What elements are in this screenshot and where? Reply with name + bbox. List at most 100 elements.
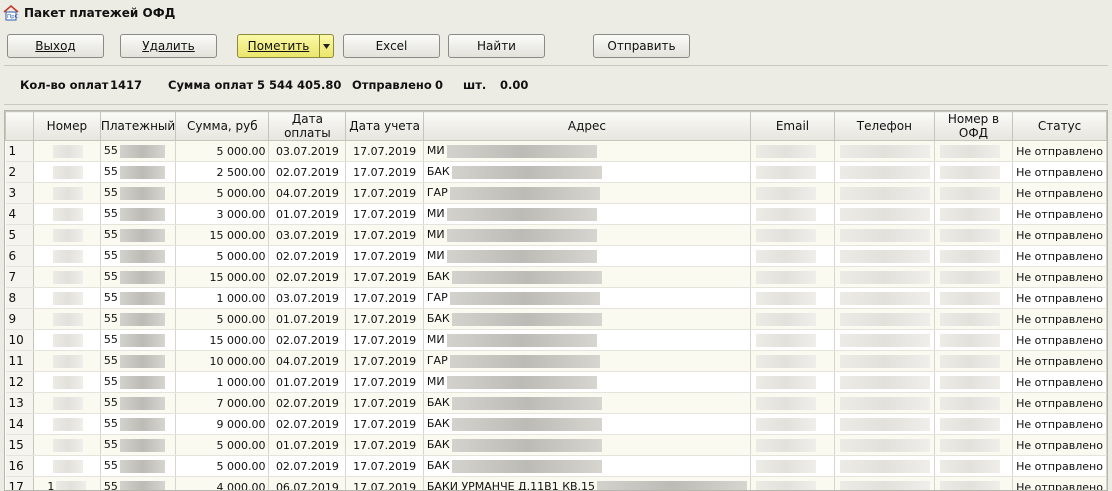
cell-phone[interactable] <box>834 455 935 477</box>
cell-phone[interactable] <box>834 287 935 309</box>
cell-ofd-number[interactable] <box>934 350 1014 372</box>
cell-payment-doc[interactable]: 55 <box>100 308 177 330</box>
cell-phone[interactable] <box>834 308 935 330</box>
cell-address[interactable]: ГАР <box>423 287 752 309</box>
cell-email[interactable] <box>750 266 835 288</box>
cell-address[interactable]: МИ <box>423 245 752 267</box>
cell-status[interactable]: Не отправлено <box>1012 287 1107 309</box>
cell-amount[interactable]: 9 000.00 <box>175 413 270 435</box>
row-number[interactable]: 1 <box>5 140 34 162</box>
cell-payment-doc[interactable]: 55 <box>100 350 177 372</box>
cell-payment-date[interactable]: 06.07.2019 <box>268 476 347 490</box>
cell-payment-date[interactable]: 02.07.2019 <box>268 245 347 267</box>
cell-ofd-number[interactable] <box>934 329 1014 351</box>
cell-payment-date[interactable]: 01.07.2019 <box>268 203 347 225</box>
cell-number[interactable] <box>33 350 101 372</box>
cell-payment-date[interactable]: 03.07.2019 <box>268 224 347 246</box>
cell-payment-date[interactable]: 02.07.2019 <box>268 161 347 183</box>
cell-number[interactable] <box>33 203 101 225</box>
row-number[interactable]: 12 <box>5 371 34 393</box>
cell-number[interactable] <box>33 371 101 393</box>
cell-address[interactable]: МИ <box>423 203 752 225</box>
cell-number[interactable] <box>33 287 101 309</box>
find-button[interactable]: Найти <box>448 34 545 58</box>
cell-email[interactable] <box>750 140 835 162</box>
cell-status[interactable]: Не отправлено <box>1012 455 1107 477</box>
cell-email[interactable] <box>750 455 835 477</box>
cell-status[interactable]: Не отправлено <box>1012 371 1107 393</box>
cell-email[interactable] <box>750 203 835 225</box>
cell-address[interactable]: ГАР <box>423 350 752 372</box>
cell-phone[interactable] <box>834 224 935 246</box>
column-header-phone[interactable]: Телефон <box>833 111 935 141</box>
cell-phone[interactable] <box>834 266 935 288</box>
cell-payment-doc[interactable]: 55 <box>100 413 177 435</box>
cell-number[interactable] <box>33 266 101 288</box>
table-row[interactable]: 13 55 7 000.00 02.07.2019 17.07.2019 БАК Не от… <box>5 392 1107 414</box>
cell-amount[interactable]: 4 000.00 <box>175 476 270 490</box>
cell-status[interactable]: Не отправлено <box>1012 224 1107 246</box>
row-number[interactable]: 11 <box>5 350 34 372</box>
column-header-status[interactable]: Статус <box>1012 111 1107 141</box>
cell-address[interactable]: БАК <box>423 308 752 330</box>
row-number[interactable]: 5 <box>5 224 34 246</box>
cell-amount[interactable]: 15 000.00 <box>175 329 270 351</box>
column-header-amount[interactable]: Сумма, руб <box>175 111 270 141</box>
cell-payment-doc[interactable]: 55 <box>100 392 177 414</box>
cell-phone[interactable] <box>834 371 935 393</box>
cell-amount[interactable]: 3 000.00 <box>175 203 270 225</box>
cell-number[interactable] <box>33 140 101 162</box>
cell-ofd-number[interactable] <box>934 287 1014 309</box>
cell-accounting-date[interactable]: 17.07.2019 <box>345 182 424 204</box>
row-number[interactable]: 6 <box>5 245 34 267</box>
cell-address[interactable]: БАК <box>423 434 752 456</box>
cell-payment-doc[interactable]: 55 <box>100 203 177 225</box>
cell-payment-doc[interactable]: 55 <box>100 140 177 162</box>
delete-button[interactable]: Удалить <box>120 34 217 58</box>
cell-accounting-date[interactable]: 17.07.2019 <box>345 266 424 288</box>
cell-status[interactable]: Не отправлено <box>1012 245 1107 267</box>
cell-ofd-number[interactable] <box>934 434 1014 456</box>
cell-ofd-number[interactable] <box>934 371 1014 393</box>
row-number[interactable]: 13 <box>5 392 34 414</box>
cell-address[interactable]: МИ <box>423 329 752 351</box>
cell-status[interactable]: Не отправлено <box>1012 413 1107 435</box>
row-number[interactable]: 4 <box>5 203 34 225</box>
cell-accounting-date[interactable]: 17.07.2019 <box>345 161 424 183</box>
column-header-email[interactable]: Email <box>750 111 835 141</box>
column-header-payment-date[interactable]: Дата оплаты <box>268 111 347 141</box>
cell-email[interactable] <box>750 413 835 435</box>
cell-email[interactable] <box>750 434 835 456</box>
cell-amount[interactable]: 15 000.00 <box>175 266 270 288</box>
cell-accounting-date[interactable]: 17.07.2019 <box>345 455 424 477</box>
cell-email[interactable] <box>750 245 835 267</box>
table-row[interactable]: 17 1 55 4 000.00 06.07.2019 17.07.2019 БАКИ УР… <box>5 476 1107 490</box>
cell-amount[interactable]: 1 000.00 <box>175 287 270 309</box>
table-row[interactable]: 15 55 5 000.00 01.07.2019 17.07.2019 БАК Не от… <box>5 434 1107 456</box>
cell-accounting-date[interactable]: 17.07.2019 <box>345 392 424 414</box>
cell-amount[interactable]: 15 000.00 <box>175 224 270 246</box>
column-header-row-num[interactable] <box>5 111 34 141</box>
row-number[interactable]: 8 <box>5 287 34 309</box>
table-row[interactable]: 11 55 10 000.00 04.07.2019 17.07.2019 ГАР Не о… <box>5 350 1107 372</box>
table-row[interactable]: 4 55 3 000.00 01.07.2019 17.07.2019 МИ Не отпр… <box>5 203 1107 225</box>
cell-phone[interactable] <box>834 392 935 414</box>
cell-ofd-number[interactable] <box>934 224 1014 246</box>
column-header-accounting-date[interactable]: Дата учета <box>345 111 424 141</box>
cell-number[interactable] <box>33 161 101 183</box>
cell-amount[interactable]: 5 000.00 <box>175 455 270 477</box>
cell-email[interactable] <box>750 287 835 309</box>
table-row[interactable]: 5 55 15 000.00 03.07.2019 17.07.2019 МИ Не отп… <box>5 224 1107 246</box>
cell-accounting-date[interactable]: 17.07.2019 <box>345 287 424 309</box>
table-row[interactable]: 9 55 5 000.00 01.07.2019 17.07.2019 БАК Не отп… <box>5 308 1107 330</box>
cell-email[interactable] <box>750 350 835 372</box>
cell-ofd-number[interactable] <box>934 161 1014 183</box>
cell-email[interactable] <box>750 161 835 183</box>
cell-accounting-date[interactable]: 17.07.2019 <box>345 224 424 246</box>
cell-email[interactable] <box>750 476 835 490</box>
cell-ofd-number[interactable] <box>934 476 1014 490</box>
cell-accounting-date[interactable]: 17.07.2019 <box>345 203 424 225</box>
mark-button[interactable]: Пометить <box>237 34 334 58</box>
row-number[interactable]: 17 <box>5 476 34 490</box>
cell-payment-date[interactable]: 01.07.2019 <box>268 371 347 393</box>
